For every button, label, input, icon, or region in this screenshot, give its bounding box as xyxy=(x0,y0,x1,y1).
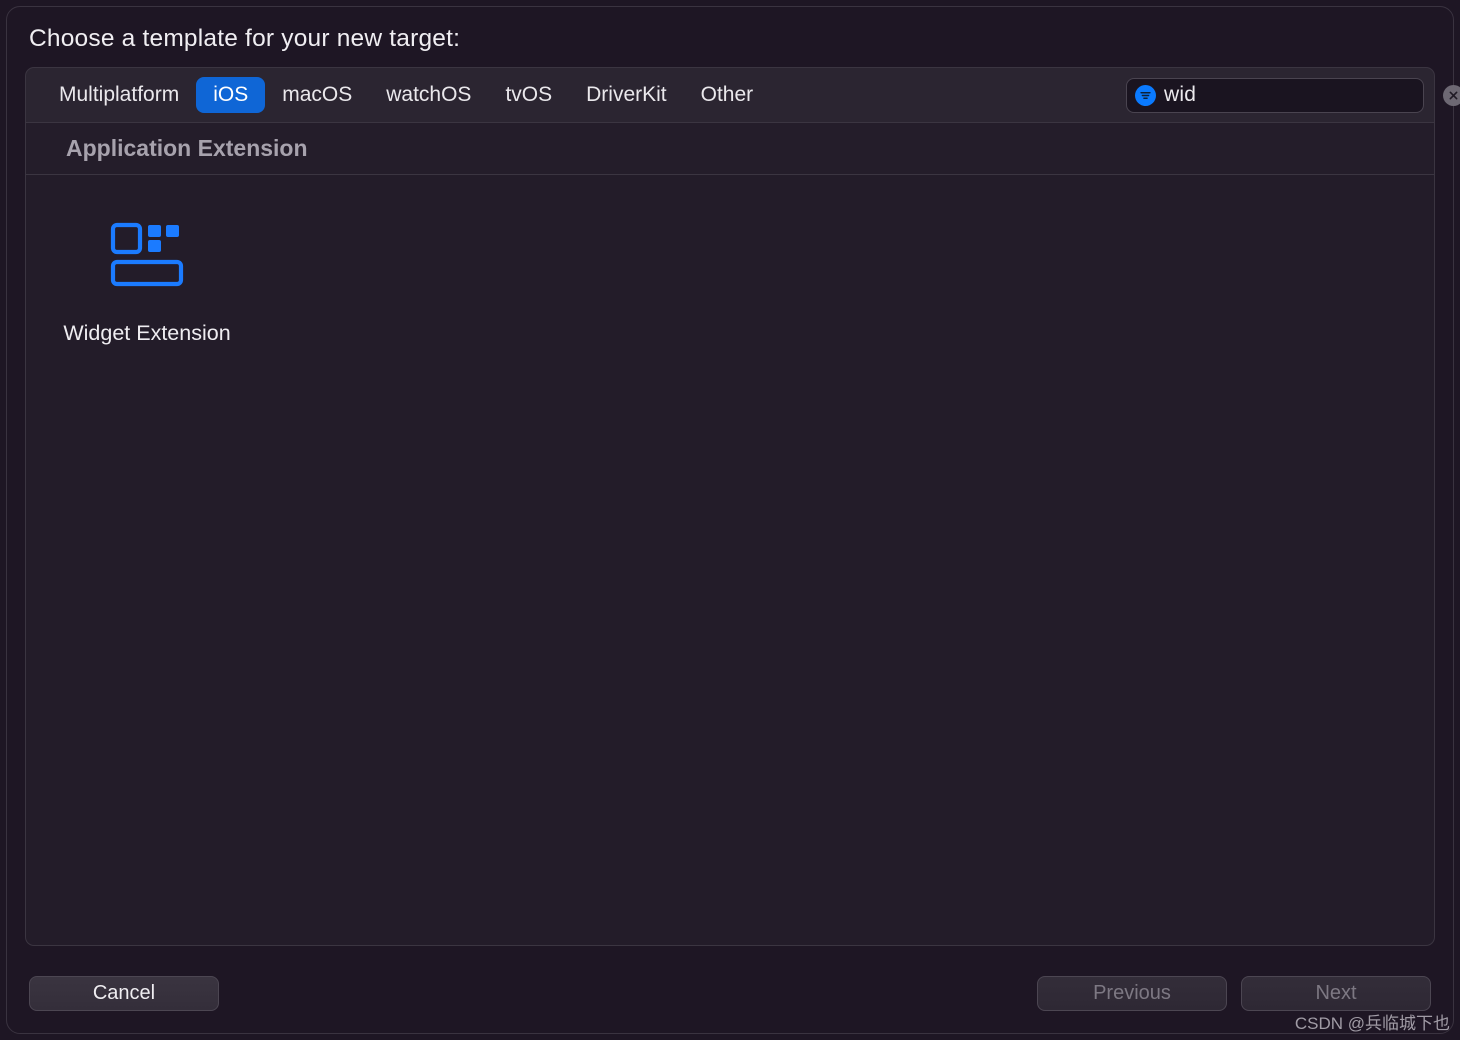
platform-tab-ios[interactable]: iOS xyxy=(196,77,265,113)
widget-extension-icon xyxy=(110,213,184,297)
platform-tab-watchos[interactable]: watchOS xyxy=(369,77,488,113)
clear-search-button[interactable] xyxy=(1443,85,1460,106)
platform-tab-macos[interactable]: macOS xyxy=(265,77,369,113)
next-button[interactable]: Next xyxy=(1241,976,1431,1011)
previous-button[interactable]: Previous xyxy=(1037,976,1227,1011)
section-heading: Application Extension xyxy=(26,123,1434,175)
filter-lines-icon xyxy=(1135,85,1156,106)
template-item-widget-extension[interactable]: Widget Extension xyxy=(42,199,252,354)
dialog-header: Choose a template for your new target: xyxy=(7,25,1453,67)
dialog-title: Choose a template for your new target: xyxy=(29,25,1431,53)
cancel-button[interactable]: Cancel xyxy=(29,976,219,1011)
search-input[interactable] xyxy=(1164,83,1435,107)
platform-tab-tvos[interactable]: tvOS xyxy=(488,77,569,113)
platform-tabbar: MultiplatformiOSmacOSwatchOStvOSDriverKi… xyxy=(25,67,1435,123)
template-grid: Widget Extension xyxy=(26,175,1434,378)
template-item-label: Widget Extension xyxy=(63,321,230,346)
platform-tab-other[interactable]: Other xyxy=(684,77,771,113)
template-content-area: Application Extension xyxy=(25,123,1435,946)
platform-tab-multiplatform[interactable]: Multiplatform xyxy=(42,77,196,113)
platform-tab-driverkit[interactable]: DriverKit xyxy=(569,77,684,113)
dialog-footer: Cancel Previous Next xyxy=(7,946,1453,1033)
new-target-template-dialog: Choose a template for your new target: M… xyxy=(6,6,1454,1034)
template-search-field[interactable] xyxy=(1126,78,1424,113)
watermark-text: CSDN @兵临城下也 xyxy=(1295,1009,1450,1034)
